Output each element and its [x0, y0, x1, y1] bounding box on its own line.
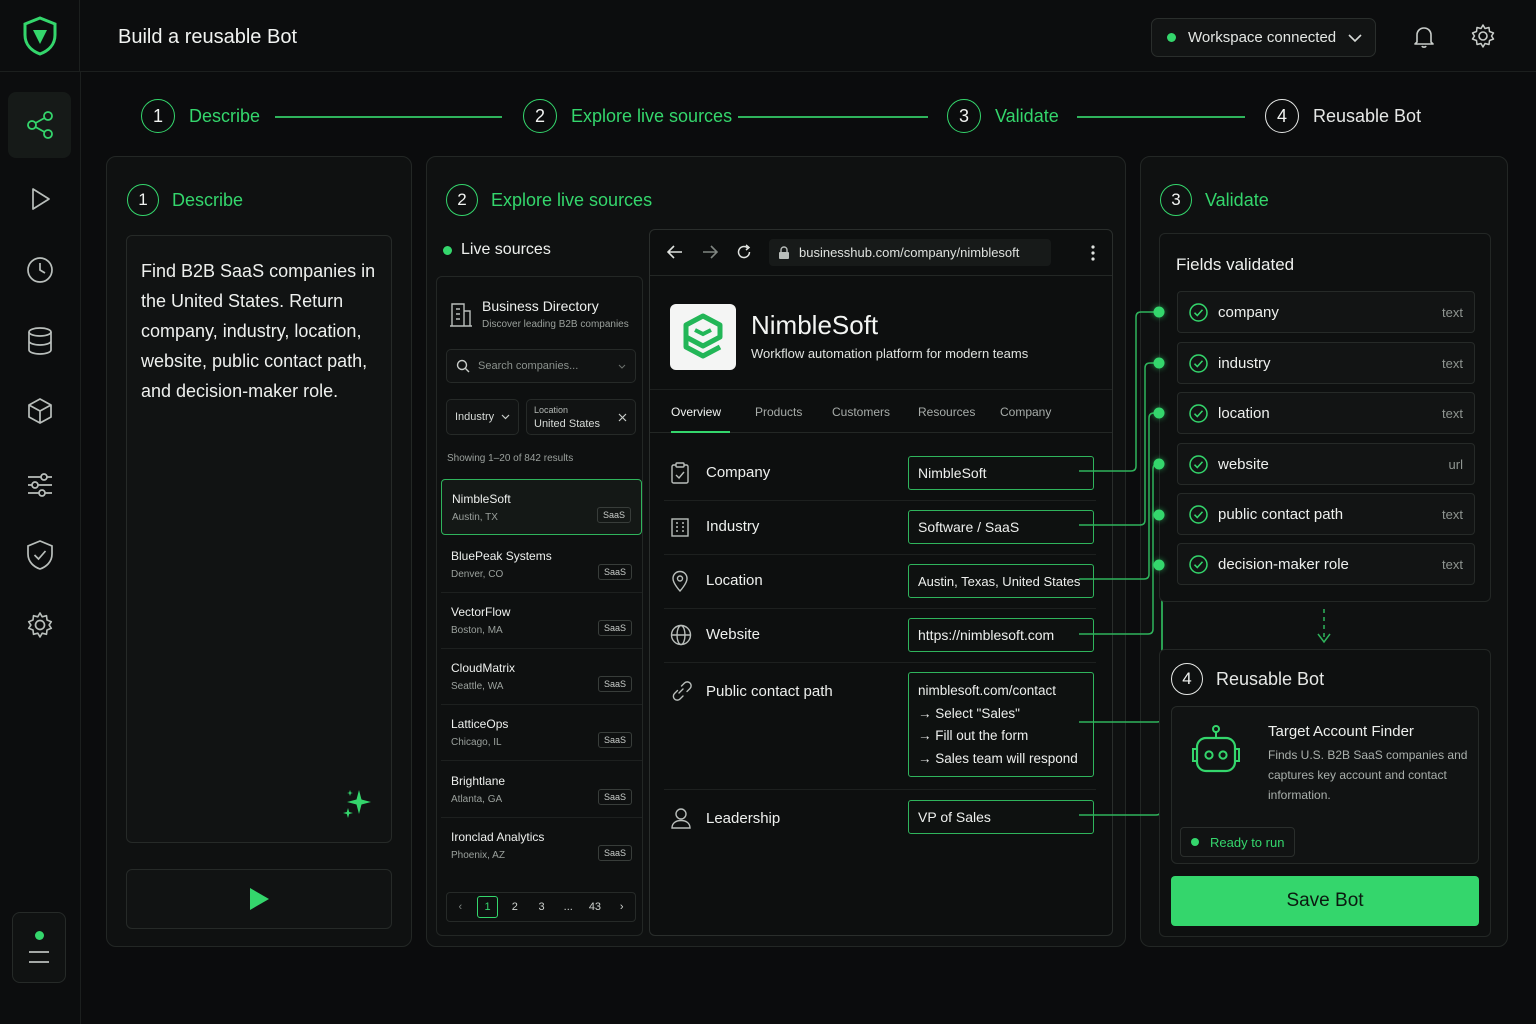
status-badge: Ready to run	[1180, 827, 1296, 857]
connection-dot	[1153, 407, 1165, 419]
status-dot	[1191, 838, 1199, 846]
bot-card[interactable]: Target Account Finder Finds U.S. B2B Saa…	[1171, 706, 1479, 864]
save-bot-button[interactable]: Save Bot	[1171, 876, 1479, 926]
field-type: text	[1442, 506, 1463, 522]
field-name: public contact path	[1218, 505, 1344, 523]
robot-icon	[1188, 725, 1244, 775]
status-text: Ready to run	[1210, 834, 1285, 850]
validated-field-industry[interactable]: industry text	[1177, 342, 1475, 384]
field-type: text	[1442, 405, 1463, 421]
reusable-bot-box: 4 Reusable Bot Target Account Finder Fin…	[1159, 649, 1491, 937]
field-type: text	[1442, 556, 1463, 572]
connection-dot	[1153, 509, 1165, 521]
field-name: decision-maker role	[1218, 555, 1349, 573]
field-name: company	[1218, 303, 1279, 321]
field-name: industry	[1218, 354, 1271, 372]
field-type: url	[1448, 456, 1463, 472]
field-type: text	[1442, 355, 1463, 371]
bot-description: Finds U.S. B2B SaaS companies and captur…	[1268, 748, 1468, 802]
fields-validated-box: Fields validated company text industry t…	[1159, 233, 1491, 602]
check-circle-icon	[1189, 454, 1208, 474]
connection-dot	[1153, 306, 1165, 318]
field-type: text	[1442, 304, 1463, 320]
validated-field-location[interactable]: location text	[1177, 392, 1475, 434]
check-circle-icon	[1189, 504, 1208, 524]
connection-dot	[1153, 357, 1165, 369]
field-name: website	[1218, 455, 1269, 473]
validated-field-company[interactable]: company text	[1177, 291, 1475, 333]
field-name: location	[1218, 404, 1270, 422]
panel-title: Reusable Bot	[1216, 668, 1325, 689]
check-circle-icon	[1189, 302, 1208, 322]
connection-dot	[1153, 559, 1165, 571]
connection-dot	[1153, 458, 1165, 470]
validated-field-public-contact-path[interactable]: public contact path text	[1177, 493, 1475, 535]
reusable-bot-header: 4 Reusable Bot	[1171, 663, 1324, 695]
panel-number: 4	[1171, 663, 1203, 695]
validated-field-website[interactable]: website url	[1177, 443, 1475, 485]
bot-name: Target Account Finder	[1268, 723, 1414, 740]
validated-field-decision-maker-role[interactable]: decision-maker role text	[1177, 543, 1475, 585]
check-circle-icon	[1189, 403, 1208, 423]
fields-validated-title: Fields validated	[1176, 255, 1295, 274]
check-circle-icon	[1189, 554, 1208, 574]
check-circle-icon	[1189, 353, 1208, 373]
